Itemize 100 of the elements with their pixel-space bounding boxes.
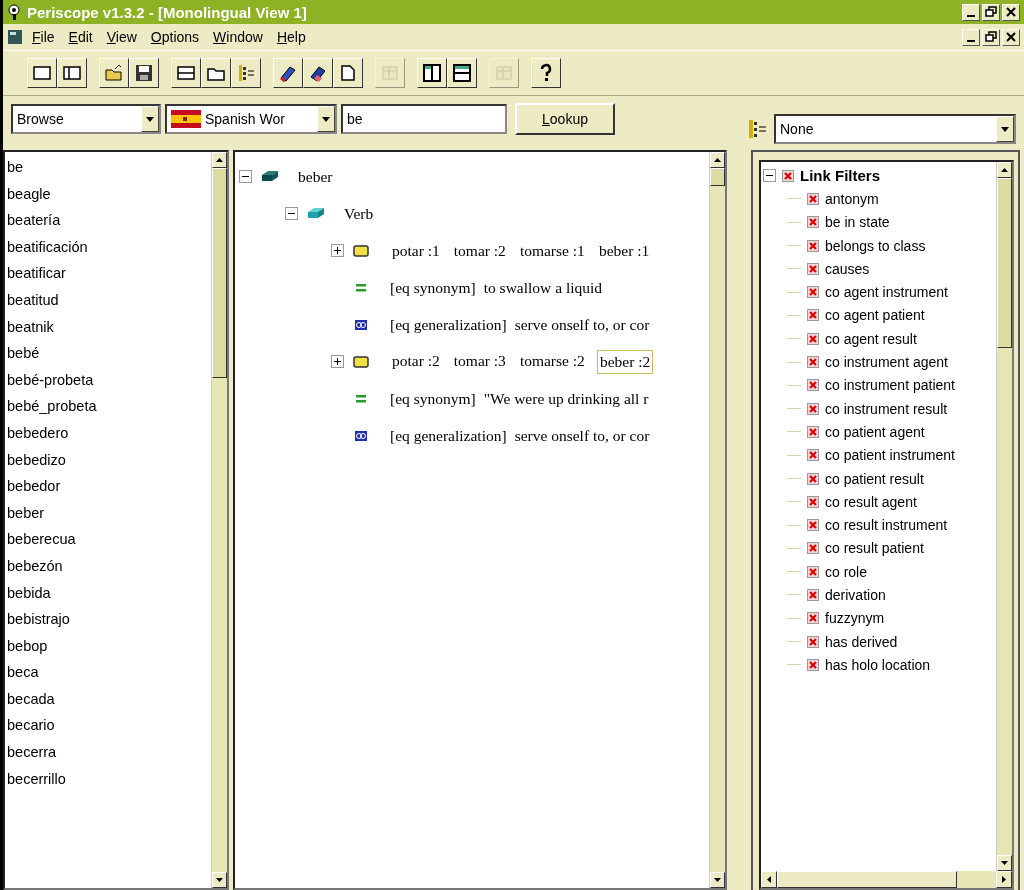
page-button[interactable] xyxy=(333,58,363,88)
checkbox[interactable] xyxy=(807,309,819,322)
menu-item[interactable]: Help xyxy=(271,27,311,47)
checkbox[interactable] xyxy=(807,239,819,252)
lookup-button[interactable]: Lookup xyxy=(515,103,615,135)
list-item[interactable]: becerrillo xyxy=(7,765,211,793)
list-item[interactable]: bebistrajo xyxy=(7,606,211,633)
synonym-link[interactable]: tomar :3 xyxy=(451,349,508,374)
menu-item[interactable]: Options xyxy=(145,27,205,47)
filter-label[interactable]: co patient instrument xyxy=(825,447,955,464)
synonym-link[interactable]: beber :1 xyxy=(596,239,652,262)
minimize-button[interactable] xyxy=(962,28,980,46)
checkbox[interactable] xyxy=(807,332,819,345)
checkbox[interactable] xyxy=(807,635,819,648)
scroll-thumb[interactable] xyxy=(777,871,957,888)
checkbox[interactable] xyxy=(807,658,819,671)
menu-item[interactable]: View xyxy=(101,27,142,47)
restore-button[interactable] xyxy=(982,3,1000,21)
split-window-button[interactable] xyxy=(57,58,87,88)
filter-label[interactable]: antonym xyxy=(825,190,879,207)
list-item[interactable]: bebé xyxy=(7,340,211,367)
expand-toggle[interactable] xyxy=(331,355,344,368)
list-item[interactable]: beca xyxy=(7,659,211,686)
filter-label[interactable]: causes xyxy=(825,260,870,277)
checkbox[interactable] xyxy=(807,495,819,508)
menu-item[interactable]: Edit xyxy=(63,27,98,47)
checkbox[interactable] xyxy=(807,449,819,462)
filter-label[interactable]: has derived xyxy=(825,633,898,650)
filter-label[interactable]: co patient agent xyxy=(825,423,925,440)
filter-label[interactable]: has holo location xyxy=(825,656,931,673)
filter-label[interactable]: co instrument agent xyxy=(825,354,948,370)
filter-label[interactable]: co agent patient xyxy=(825,307,925,324)
pencil-button[interactable] xyxy=(273,58,303,88)
list-item[interactable]: bebop xyxy=(7,632,211,660)
checkbox[interactable] xyxy=(807,565,819,578)
expand-toggle[interactable] xyxy=(331,244,344,257)
list-item[interactable]: bebezón xyxy=(7,552,211,580)
panel-button[interactable] xyxy=(171,58,201,88)
filter-label[interactable]: co agent instrument xyxy=(825,284,948,301)
folder-button[interactable] xyxy=(201,58,231,88)
expand-toggle[interactable] xyxy=(285,207,298,220)
synonym-link[interactable]: tomarse :2 xyxy=(517,349,587,374)
scroll-thumb[interactable] xyxy=(710,168,725,186)
list-item[interactable]: beatnik xyxy=(7,313,211,341)
checkbox[interactable] xyxy=(807,612,819,625)
checkbox[interactable] xyxy=(807,262,819,275)
list-item[interactable]: be xyxy=(7,154,211,181)
tree-label[interactable]: beber xyxy=(298,167,333,186)
save-button[interactable] xyxy=(129,58,159,88)
synonym-link[interactable]: tomar :2 xyxy=(451,239,508,262)
scroll-thumb[interactable] xyxy=(997,178,1012,348)
list-item[interactable]: bebé_probeta xyxy=(7,393,211,420)
checkbox[interactable] xyxy=(807,589,819,601)
list-item[interactable]: beatería xyxy=(7,207,211,234)
menu-item[interactable]: File xyxy=(27,27,60,47)
checkbox[interactable] xyxy=(807,425,819,438)
filter-label[interactable]: derivation xyxy=(825,587,886,603)
list-item[interactable]: beberecua xyxy=(7,526,211,553)
tree-button[interactable] xyxy=(231,58,261,88)
list-item[interactable]: beatificación xyxy=(7,233,211,261)
checkbox[interactable] xyxy=(807,519,819,532)
list-item[interactable]: bebedizo xyxy=(7,446,211,474)
list-item[interactable]: becada xyxy=(7,685,211,713)
filter-label[interactable]: co instrument result xyxy=(825,400,948,417)
list-item[interactable]: beatitud xyxy=(7,286,211,314)
checkbox[interactable] xyxy=(782,169,794,182)
language-dropdown[interactable]: Spanish Wor xyxy=(165,104,337,134)
list-item[interactable]: becerra xyxy=(7,739,211,766)
checkbox[interactable] xyxy=(807,216,819,229)
checkbox[interactable] xyxy=(807,402,819,415)
close-button[interactable] xyxy=(1002,28,1020,46)
mode-dropdown[interactable]: Browse xyxy=(11,104,161,134)
synonym-link[interactable]: beber :2 xyxy=(596,349,654,374)
checkbox[interactable] xyxy=(807,542,819,555)
close-button[interactable] xyxy=(1002,3,1020,21)
list-item[interactable]: beagle xyxy=(7,180,211,208)
checkbox[interactable] xyxy=(807,472,819,485)
list-item[interactable]: beber xyxy=(7,499,211,527)
window-button[interactable] xyxy=(27,58,57,88)
synonym-link[interactable]: potar :2 xyxy=(390,349,442,374)
open-folder-button[interactable] xyxy=(99,58,129,88)
checkbox[interactable] xyxy=(807,379,819,392)
filter-label[interactable]: belongs to class xyxy=(825,237,926,254)
tree-label[interactable]: Link Filters xyxy=(800,167,881,185)
filter-label[interactable]: co patient result xyxy=(825,470,924,487)
filter-label[interactable]: co result agent xyxy=(825,493,917,510)
minimize-button[interactable] xyxy=(962,3,980,21)
help-button[interactable] xyxy=(531,58,561,88)
filter-label[interactable]: co agent result xyxy=(825,330,917,347)
list-item[interactable]: bebedor xyxy=(7,473,211,500)
eraser-button[interactable] xyxy=(303,58,333,88)
synonym-link[interactable]: potar :1 xyxy=(390,239,442,262)
expand-toggle[interactable] xyxy=(239,170,252,183)
menu-item[interactable]: Window xyxy=(208,27,268,47)
list-item[interactable]: beatificar xyxy=(7,260,211,287)
list-item[interactable]: becario xyxy=(7,712,211,740)
filter-dropdown[interactable]: None xyxy=(774,114,1016,144)
list-item[interactable]: bebida xyxy=(7,579,211,607)
filter-label[interactable]: co result instrument xyxy=(825,517,948,534)
search-field[interactable]: be xyxy=(341,104,507,134)
